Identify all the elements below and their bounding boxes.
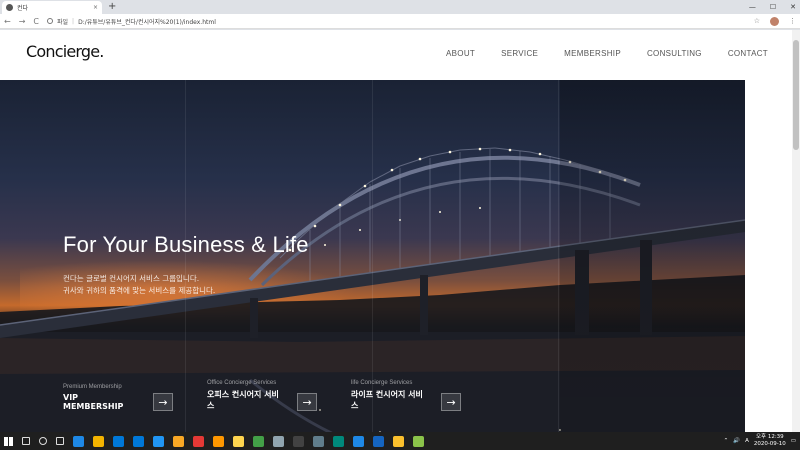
service-title: 라이프 컨시어지 서비스 [351, 390, 423, 410]
address-bar[interactable]: 파일 | D:/유튜브/유튜브_컨다/컨시어지%20(1)/index.html [47, 16, 746, 27]
arrow-right-icon[interactable]: → [441, 393, 461, 411]
new-tab-button[interactable]: + [108, 1, 116, 13]
notification-icon[interactable]: ▭ [791, 438, 796, 444]
service-life-concierge[interactable]: life Concierge Services 라이프 컨시어지 서비스 → [351, 380, 461, 411]
maximize-button[interactable]: ☐ [770, 1, 776, 13]
cortana-icon[interactable] [39, 437, 47, 445]
taskbar-app-icon[interactable] [393, 435, 404, 447]
taskbar-apps [4, 435, 424, 447]
window-controls: — ☐ ✕ [749, 1, 796, 13]
taskbar-app-icon[interactable] [293, 435, 304, 447]
search-icon[interactable] [22, 437, 30, 445]
nav-membership[interactable]: MEMBERSHIP [564, 49, 621, 58]
chevron-up-icon[interactable]: ⌃ [724, 438, 729, 444]
minimize-button[interactable]: — [749, 1, 756, 13]
service-text: Office Concierge Services 오피스 컨시어지 서비스 [207, 380, 285, 411]
hero-desc-line-2: 귀사와 귀하의 품격에 맞는 서비스를 제공합니다. [63, 286, 216, 295]
volume-icon[interactable]: 🔊 [733, 438, 740, 444]
scroll-thumb[interactable] [793, 40, 799, 150]
main-nav: ABOUT SERVICE MEMBERSHIP CONSULTING CONT… [446, 49, 768, 58]
forward-button[interactable]: → [19, 17, 26, 26]
menu-icon[interactable]: ⋮ [789, 17, 796, 25]
taskbar-app-icon[interactable] [353, 435, 364, 447]
task-view-icon[interactable] [56, 437, 64, 445]
taskbar-app-icon[interactable] [413, 435, 424, 447]
nav-consulting[interactable]: CONSULTING [647, 49, 702, 58]
nav-about[interactable]: ABOUT [446, 49, 475, 58]
service-subtitle: life Concierge Services [351, 380, 413, 386]
tab-title: 컨다 [17, 5, 29, 12]
system-tray: ⌃ 🔊 A 오후 12:39 2020-09-10 ▭ [724, 434, 796, 448]
info-icon[interactable] [47, 18, 53, 24]
ime-indicator[interactable]: A [745, 438, 749, 444]
reload-button[interactable]: C [33, 17, 39, 26]
browser-toolbar: ← → C 파일 | D:/유튜브/유튜브_컨다/컨시어지%20(1)/inde… [0, 14, 800, 29]
hero-title: For Your Business & Life [63, 232, 309, 257]
taskbar-app-icon[interactable] [133, 435, 144, 447]
arrow-right-icon[interactable]: → [153, 393, 173, 411]
back-button[interactable]: ← [4, 17, 11, 26]
hero-description: 컨다는 글로벌 컨시어지 서비스 그룹입니다. 귀사와 귀하의 품격에 맞는 서… [63, 273, 215, 297]
grid-line [558, 80, 559, 432]
service-text: Premium Membership VIP MEMBERSHIP [63, 384, 141, 411]
close-window-button[interactable]: ✕ [790, 1, 796, 13]
windows-start-icon[interactable] [4, 436, 13, 446]
clock-date: 2020-09-10 [753, 441, 786, 447]
taskbar-app-icon[interactable] [153, 435, 164, 447]
windows-taskbar: ⌃ 🔊 A 오후 12:39 2020-09-10 ▭ [0, 432, 800, 450]
page-scrollbar[interactable] [792, 30, 800, 432]
site-logo[interactable]: Concierge. [26, 42, 104, 61]
bookmark-star-icon[interactable]: ☆ [754, 17, 760, 25]
service-subtitle: Office Concierge Services [207, 380, 277, 386]
arrow-right-icon[interactable]: → [297, 393, 317, 411]
profile-avatar[interactable] [770, 16, 779, 26]
taskbar-app-icon[interactable] [113, 435, 124, 447]
taskbar-app-icon[interactable] [93, 435, 104, 447]
taskbar-app-icon[interactable] [73, 435, 84, 447]
service-subtitle: Premium Membership [63, 384, 122, 390]
service-text: life Concierge Services 라이프 컨시어지 서비스 [351, 380, 429, 411]
service-links: Premium Membership VIP MEMBERSHIP → Offi… [63, 380, 461, 411]
service-title: 오피스 컨시어지 서비스 [207, 390, 279, 410]
hero-banner: For Your Business & Life 컨다는 글로벌 컨시어지 서비… [0, 80, 745, 432]
web-page: Concierge. ABOUT SERVICE MEMBERSHIP CONS… [0, 30, 792, 432]
taskbar-app-icon[interactable] [253, 435, 264, 447]
tab-strip: 컨다 × + — ☐ ✕ [0, 0, 800, 14]
close-tab-icon[interactable]: × [93, 4, 98, 11]
address-separator: | [72, 17, 75, 25]
clock[interactable]: 오후 12:39 2020-09-10 [754, 434, 786, 448]
taskbar-app-icon[interactable] [333, 435, 344, 447]
toolbar-actions: ☆ ⋮ [754, 16, 796, 26]
clock-time: 오후 12:39 [755, 434, 784, 440]
taskbar-app-icon[interactable] [233, 435, 244, 447]
hero-side-shade [560, 80, 745, 432]
taskbar-app-icon[interactable] [373, 435, 384, 447]
address-scheme: 파일 [57, 18, 69, 26]
taskbar-app-icon[interactable] [173, 435, 184, 447]
taskbar-app-icon[interactable] [213, 435, 224, 447]
hero-desc-line-1: 컨다는 글로벌 컨시어지 서비스 그룹입니다. [63, 274, 200, 283]
taskbar-app-icon[interactable] [313, 435, 324, 447]
browser-tab[interactable]: 컨다 × [2, 1, 102, 14]
nav-contact[interactable]: CONTACT [728, 49, 768, 58]
service-office-concierge[interactable]: Office Concierge Services 오피스 컨시어지 서비스 → [207, 380, 317, 411]
service-vip-membership[interactable]: Premium Membership VIP MEMBERSHIP → [63, 380, 173, 411]
globe-icon [6, 4, 13, 11]
address-url: D:/유튜브/유튜브_컨다/컨시어지%20(1)/index.html [78, 18, 216, 26]
taskbar-app-icon[interactable] [193, 435, 204, 447]
nav-service[interactable]: SERVICE [501, 49, 538, 58]
taskbar-app-icon[interactable] [273, 435, 284, 447]
service-title: VIP MEMBERSHIP [63, 393, 124, 411]
